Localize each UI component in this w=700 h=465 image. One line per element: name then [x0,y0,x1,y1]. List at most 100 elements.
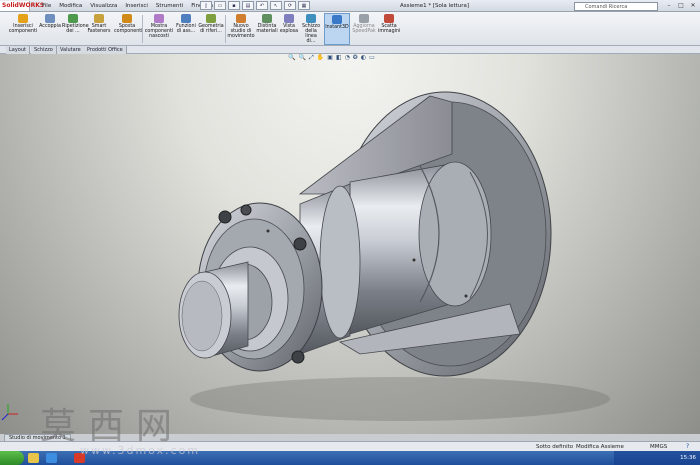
tab-sketch[interactable]: Schizzo [31,46,57,54]
update-speedpak-label: Aggiorna SpeedPak [352,24,376,34]
show-hidden-label: Mostra componenti nascosti [144,24,174,39]
bill-of-materials-button[interactable]: Distinta materiali [256,13,278,45]
help-icon[interactable]: ? [686,443,689,450]
title-bar: SolidWORKS File Modifica Visualizza Inse… [0,0,700,12]
instant3d-label: Instant3D [325,25,349,30]
show-hidden-components-button[interactable]: Mostra componenti nascosti [144,13,174,45]
tab-layout[interactable]: Layout [6,46,30,54]
assembly-features-button[interactable]: Funzioni di ass... [175,13,197,45]
housing-ring [418,161,492,307]
menu-file[interactable]: File [38,0,55,12]
ribbon-separator [142,15,143,43]
bolt [218,210,232,224]
motion-study-icon [236,14,246,23]
new-motion-study-label: Nuovo studio di movimento [227,24,255,39]
menu-tools[interactable]: Strumenti [152,0,187,12]
maximize-icon[interactable]: □ [676,1,686,10]
model-shadow [190,377,610,421]
ribbon-separator [225,15,226,43]
mate-label: Accoppia [39,24,61,29]
window-controls: – □ ✕ [664,1,698,10]
speedpak-icon [359,14,369,23]
command-manager: Inserisci componenti Accoppia Ripetizion… [0,12,700,46]
watermark-site: www.3dmox.com [80,444,201,457]
shaft-end-chamfer [181,280,223,352]
menu-bar: File Modifica Visualizza Inserisci Strum… [38,0,217,12]
move-component-icon [122,14,132,23]
insert-components-button[interactable]: Inserisci componenti [8,13,38,45]
update-speedpak-button[interactable]: Aggiorna SpeedPak [352,13,376,45]
take-snapshot-label: Scatta immagini [378,24,401,34]
mate-icon [45,14,55,23]
instant3d-button[interactable]: Instant3D [324,13,350,45]
menu-edit[interactable]: Modifica [55,0,86,12]
file-explorer-icon[interactable] [28,453,39,463]
tab-evaluate[interactable]: Valutare [57,46,85,54]
reference-geometry-button[interactable]: Geometria di riferi... [198,13,224,45]
component-pattern-label: Ripetizione dei ... [62,24,89,34]
new-motion-study-button[interactable]: Nuovo studio di movimento [227,13,255,45]
move-component-label: Sposta componenti [114,24,143,34]
camera-icon [384,14,394,23]
save-icon[interactable]: ▪ [228,1,240,10]
insert-components-label: Inserisci componenti [8,24,38,34]
reference-geometry-icon [206,14,216,23]
smart-fasteners-label: Smart Fasteners [87,24,111,34]
bill-of-materials-icon [262,14,272,23]
smart-fasteners-button[interactable]: Smart Fasteners [86,13,112,45]
smart-fasteners-icon [94,14,104,23]
tab-office-products[interactable]: Prodotti Office [84,46,127,54]
options-icon[interactable]: ▦ [298,1,310,10]
status-units[interactable]: MMGS [650,443,667,451]
take-snapshot-button[interactable]: Scatta immagini [378,13,400,45]
rebuild-icon[interactable]: ⟳ [284,1,296,10]
component-pattern-button[interactable]: Ripetizione dei ... [62,13,89,45]
hole [464,294,468,298]
coordinate-triad [1,404,18,421]
assembly-features-label: Funzioni di ass... [176,24,196,34]
minimize-icon[interactable]: – [664,1,674,10]
status-mode: Modifica Assieme [576,444,624,450]
show-hidden-icon [154,14,164,23]
system-tray: 15:36 [614,451,700,465]
start-button[interactable] [0,451,24,465]
hole [266,229,270,233]
menu-view[interactable]: Visualizza [86,0,121,12]
graphics-viewport[interactable]: 🔍 🔍 ⤢ ✋ ▣ ◧ ◔ ❂ ◐ ▭ [0,54,700,434]
watermark-logo: 莫西网 [40,406,185,447]
bolt [293,237,307,251]
open-folder-icon[interactable]: ▭ [214,1,226,10]
reference-geometry-label: Geometria di riferi... [198,24,224,34]
command-tabs: Layout Schizzo Valutare Prodotti Office [0,46,700,54]
status-definition: Sotto definito [536,444,574,450]
exploded-view-label: Vista esplosa [279,24,299,34]
close-icon[interactable]: ✕ [688,1,698,10]
print-icon[interactable]: ▤ [242,1,254,10]
assembly-3d-model[interactable] [0,54,700,434]
move-component-button[interactable]: Sposta componenti [114,13,143,45]
mate-button[interactable]: Accoppia [39,13,61,45]
hole [412,258,416,262]
exploded-view-icon [284,14,294,23]
exploded-view-button[interactable]: Vista esplosa [279,13,299,45]
insert-components-icon [18,14,28,23]
assembly-features-icon [181,14,191,23]
menu-insert[interactable]: Inserisci [121,0,152,12]
explode-line-sketch-label: Schizzo della linea di... [301,24,321,44]
clock[interactable]: 15:36 [680,451,696,465]
instant3d-icon [332,15,342,24]
app-logo[interactable]: SolidWORKS [0,1,44,11]
explode-line-sketch-icon [306,14,316,23]
explode-line-sketch-button[interactable]: Schizzo della linea di... [300,13,322,45]
quick-access-toolbar: ▯ ▭ ▪ ▤ ↶ ↖ ⟳ ▦ [200,1,310,10]
bolt [240,204,252,216]
mid-collar-face [319,185,361,339]
pattern-icon [68,14,78,23]
search-input[interactable]: Comandi Ricerca [574,2,658,11]
bolt [291,350,305,364]
document-title: Assieme1 * [Sola lettura] [400,3,470,9]
select-arrow-icon[interactable]: ↖ [270,1,282,10]
browser-icon[interactable] [46,453,57,463]
undo-icon[interactable]: ↶ [256,1,268,10]
new-document-icon[interactable]: ▯ [200,1,212,10]
